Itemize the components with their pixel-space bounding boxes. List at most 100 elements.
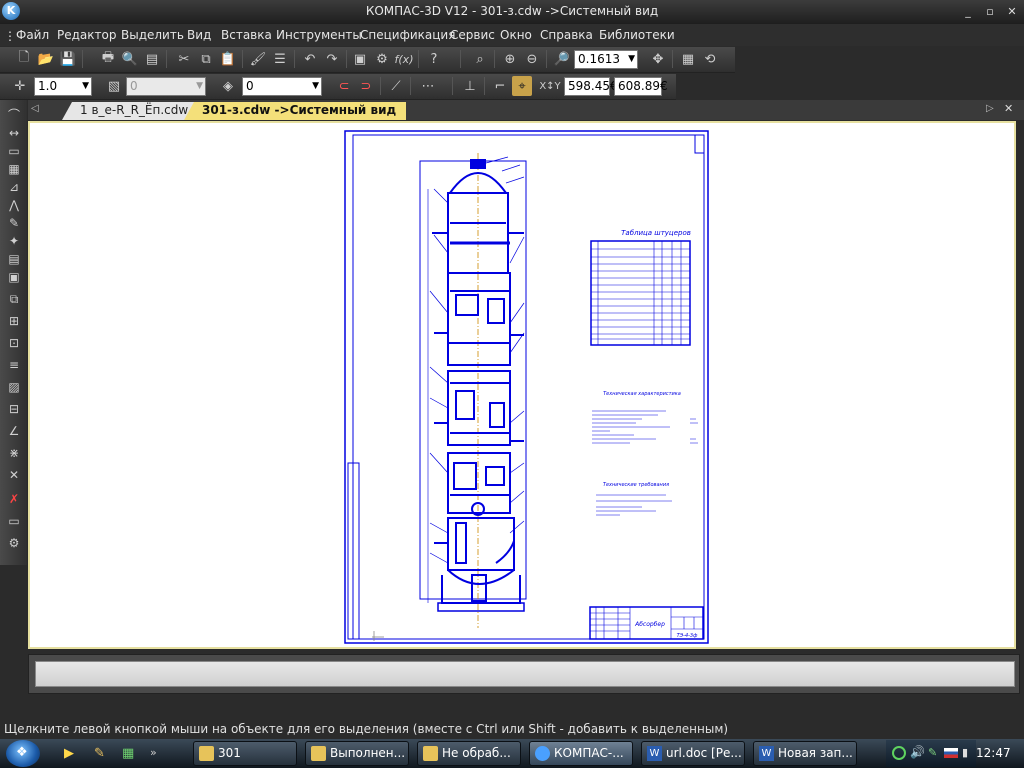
properties-icon[interactable]: ☰: [270, 49, 290, 69]
menu-specification[interactable]: Спецификация: [360, 28, 455, 42]
symbols-icon[interactable]: ▭: [5, 144, 23, 159]
menu-libraries[interactable]: Библиотеки: [599, 28, 675, 42]
lines-icon[interactable]: ≡: [5, 358, 23, 373]
restore-button[interactable]: ▫: [982, 5, 998, 19]
minimize-button[interactable]: _: [960, 5, 976, 19]
view-icon[interactable]: ⧉: [5, 292, 23, 307]
macro-icon[interactable]: ⚙: [5, 536, 23, 551]
ortho-icon[interactable]: ⟋: [386, 76, 406, 96]
quicklaunch-more-icon[interactable]: »: [150, 746, 157, 759]
quicklaunch-media-icon[interactable]: ▦: [122, 746, 134, 761]
trim-icon[interactable]: ⋇: [5, 446, 23, 461]
language-flag-icon[interactable]: [944, 748, 958, 758]
menu-select[interactable]: Выделить: [121, 28, 184, 42]
menu-help[interactable]: Справка: [540, 28, 593, 42]
tab-close-icon[interactable]: ✕: [1004, 102, 1013, 115]
edit-icon[interactable]: ▦: [5, 162, 23, 177]
zoom-in-icon[interactable]: ⊕: [500, 49, 520, 69]
select-icon[interactable]: ✎: [5, 216, 23, 231]
drawing-canvas[interactable]: Таблица штуцеров Техническая характерист…: [28, 121, 1016, 649]
coord-x-field[interactable]: 598.45€: [564, 77, 618, 96]
layers-panel-icon[interactable]: ⊟: [5, 402, 23, 417]
intersect-icon[interactable]: ✕: [5, 468, 23, 483]
dimensions-icon[interactable]: ↔: [5, 126, 23, 141]
manager-icon[interactable]: ▣: [350, 49, 370, 69]
copy-icon[interactable]: ⧉: [196, 49, 216, 69]
variables-icon[interactable]: ⚙: [372, 49, 392, 69]
coord-y-field[interactable]: 608.89€: [614, 77, 668, 96]
tray-pen-icon[interactable]: ✎: [928, 746, 937, 759]
format-painter-icon[interactable]: 🖌: [248, 49, 268, 69]
help-pointer-icon[interactable]: ?: [424, 49, 444, 69]
taskbar-item-word-url[interactable]: W url.doc [Ре...: [641, 741, 745, 766]
menu-file[interactable]: Файл: [16, 28, 49, 42]
zoom-window-icon[interactable]: ⌕: [470, 49, 490, 69]
angle-icon[interactable]: ∠: [5, 424, 23, 439]
menu-editor[interactable]: Редактор: [57, 28, 116, 42]
status-bar: Щелкните левой кнопкой мыши на объекте д…: [0, 719, 1024, 739]
tab-next-icon[interactable]: ▷: [986, 103, 994, 114]
media-player-icon[interactable]: ▶: [64, 746, 74, 761]
menu-view[interactable]: Вид: [187, 28, 211, 42]
function-icon[interactable]: f(x): [394, 49, 414, 69]
group-icon[interactable]: ▭: [5, 514, 23, 529]
menu-tools[interactable]: Инструменты: [276, 28, 362, 42]
hatch-icon[interactable]: ▨: [5, 380, 23, 395]
tab-prev-icon[interactable]: ◁: [31, 103, 39, 114]
zoom-combo[interactable]: 0.1613 ▼: [574, 50, 638, 69]
volume-icon[interactable]: 🔊: [910, 745, 925, 759]
taskbar-clock[interactable]: 12:47: [976, 746, 1011, 760]
tray-status-icon[interactable]: [892, 746, 906, 760]
top-nozzle: [470, 159, 486, 169]
refresh-view-icon[interactable]: ▦: [678, 49, 698, 69]
parametrization-icon[interactable]: ⊿: [5, 180, 23, 195]
pan-icon[interactable]: ✥: [648, 49, 668, 69]
new-document-icon[interactable]: 🗋: [14, 49, 34, 69]
local-cs-icon[interactable]: ⊥: [460, 76, 480, 96]
snap-grid-icon[interactable]: ✛: [10, 76, 30, 96]
layer-state-icon[interactable]: ▧: [104, 76, 124, 96]
geometry-icon[interactable]: ⌒: [5, 108, 23, 123]
layers-icon[interactable]: ◈: [218, 76, 238, 96]
insert-icon[interactable]: ▣: [5, 270, 23, 285]
tab-document-1[interactable]: 1 в_е-R_R_Ёп.cdw: [62, 102, 199, 120]
taskbar-item-word-new[interactable]: W Новая зап...: [753, 741, 857, 766]
print-preview-icon[interactable]: 🔍: [120, 49, 140, 69]
layout-icon[interactable]: ⊞: [5, 314, 23, 329]
taskbar-item-kompas[interactable]: КОМПАС-...: [529, 741, 633, 766]
redo-icon[interactable]: ↷: [322, 49, 342, 69]
local-snap-icon[interactable]: ⊃: [356, 76, 376, 96]
cut-icon[interactable]: ✂: [174, 49, 194, 69]
menu-insert[interactable]: Вставка: [221, 28, 272, 42]
measure-icon[interactable]: ⋀: [5, 198, 23, 213]
undo-icon[interactable]: ↶: [300, 49, 320, 69]
menu-window[interactable]: Окно: [500, 28, 532, 42]
print-settings-icon[interactable]: ▤: [142, 49, 162, 69]
menu-service[interactable]: Сервис: [450, 28, 495, 42]
snap-magnet-icon[interactable]: ⊂: [334, 76, 354, 96]
spec-icon[interactable]: ✦: [5, 234, 23, 249]
paste-icon[interactable]: 📋: [218, 49, 238, 69]
cursor-coords-icon[interactable]: ⌖: [512, 76, 532, 96]
layer-combo[interactable]: 0 ▼: [242, 77, 322, 96]
taskbar-item-folder-done[interactable]: Выполнен...: [305, 741, 409, 766]
tab-document-active[interactable]: 301-з.cdw ->Системный вид: [184, 102, 407, 120]
open-folder-icon[interactable]: 📂: [36, 49, 56, 69]
close-button[interactable]: ✕: [1004, 5, 1020, 19]
zoom-scale-icon[interactable]: 🔎: [552, 49, 572, 69]
taskbar-item-folder-301[interactable]: 301: [193, 741, 297, 766]
round-icon[interactable]: ⌐: [490, 76, 510, 96]
network-icon[interactable]: ▮: [962, 746, 968, 759]
save-icon[interactable]: 💾: [58, 49, 78, 69]
taskbar-item-folder-unprocessed[interactable]: Не обраб...: [417, 741, 521, 766]
start-button[interactable]: ❖: [6, 740, 40, 767]
style-combo[interactable]: 1.0 ▼: [34, 77, 92, 96]
zoom-out-icon[interactable]: ⊖: [522, 49, 542, 69]
print-icon[interactable]: 🖶: [98, 49, 118, 69]
quicklaunch-icon[interactable]: ✎: [94, 746, 105, 761]
delete-icon[interactable]: ✗: [5, 492, 23, 507]
reports-icon[interactable]: ▤: [5, 252, 23, 267]
redraw-icon[interactable]: ⟲: [700, 49, 720, 69]
grid-icon[interactable]: ⋯: [418, 76, 438, 96]
scale-icon[interactable]: ⊡: [5, 336, 23, 351]
